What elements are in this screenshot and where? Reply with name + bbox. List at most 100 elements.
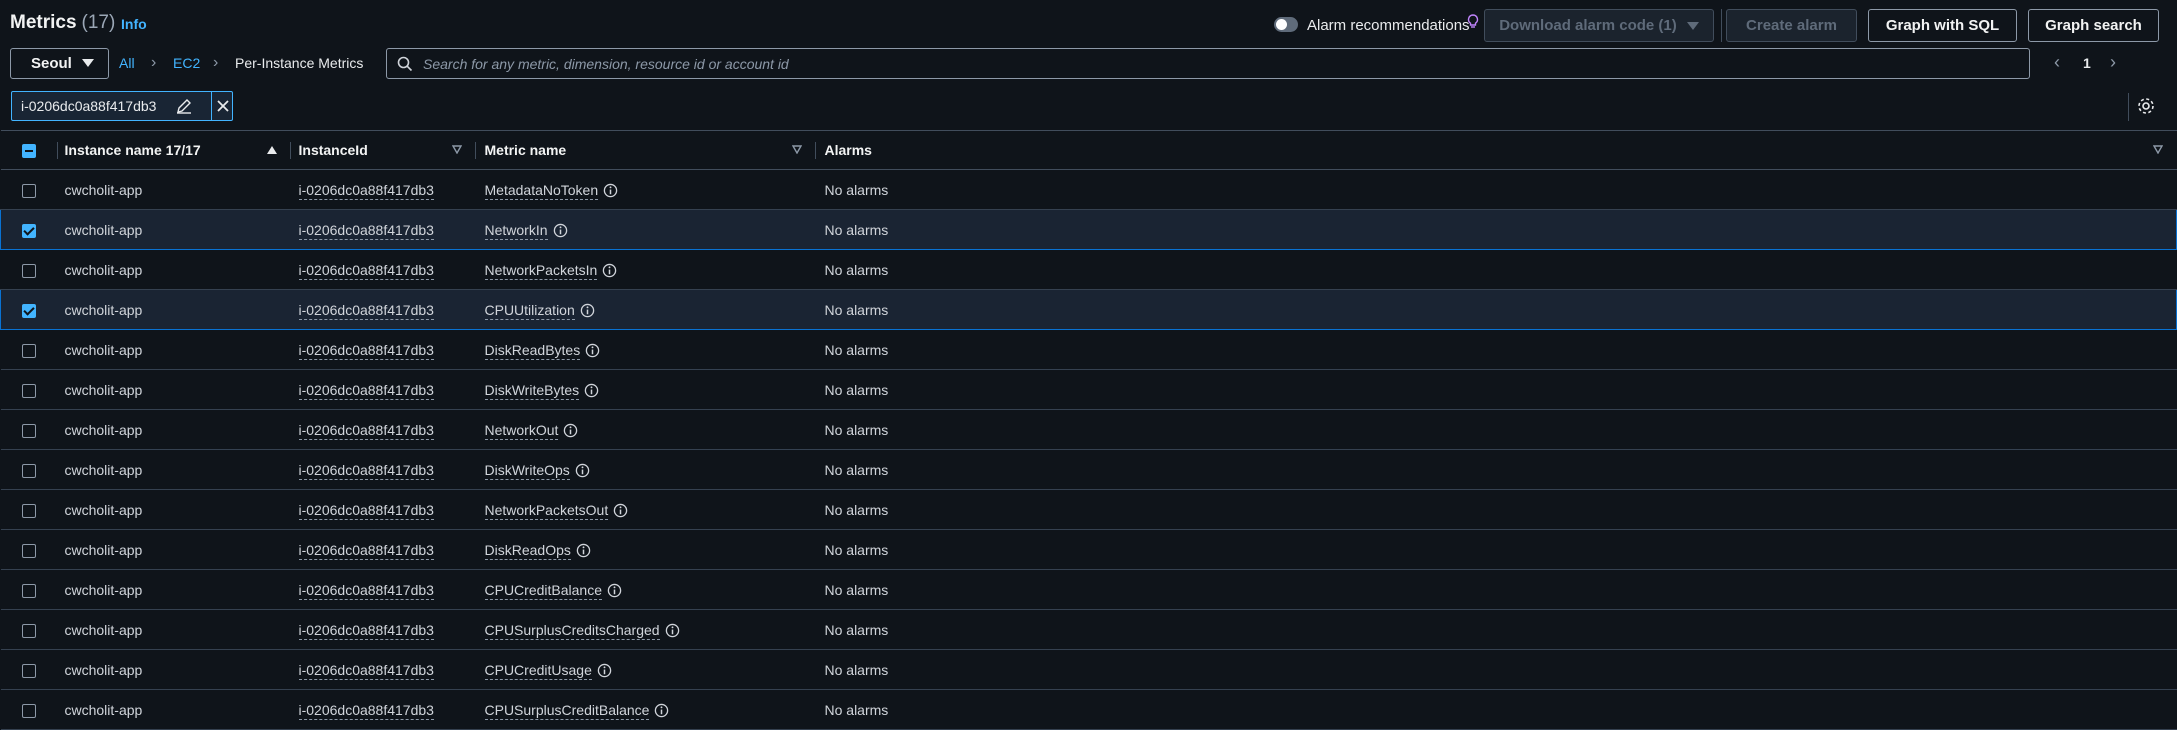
select-all-checkbox[interactable]	[21, 144, 36, 159]
row-checkbox[interactable]	[21, 263, 36, 278]
column-header-metric-name[interactable]: Metric name	[475, 130, 816, 170]
breadcrumb-ec2[interactable]: EC2	[173, 55, 200, 71]
table-row[interactable]: cwcholit-app i-0206dc0a88f417db3 DiskWrite…	[0, 369, 2177, 410]
metric-name[interactable]: CPUUtilization	[484, 301, 575, 320]
column-header-alarms[interactable]: Alarms	[815, 130, 2177, 170]
previous-page-icon[interactable]: ‹	[2054, 52, 2060, 73]
info-icon[interactable]	[576, 543, 591, 558]
create-alarm-button[interactable]: Create alarm	[1726, 9, 1857, 42]
table-row[interactable]: cwcholit-app i-0206dc0a88f417db3 DiskReadB…	[0, 329, 2177, 370]
instance-name: cwcholit-app	[64, 421, 143, 438]
edit-icon[interactable]	[176, 98, 192, 114]
instance-id-link[interactable]: i-0206dc0a88f417db3	[298, 581, 434, 600]
row-checkbox[interactable]	[22, 303, 36, 318]
info-icon[interactable]	[603, 183, 618, 198]
metric-name[interactable]: NetworkPacketsIn	[484, 261, 598, 280]
info-icon[interactable]	[654, 703, 669, 718]
graph-with-sql-button[interactable]: Graph with SQL	[1868, 9, 2017, 42]
next-page-icon[interactable]: ›	[2110, 52, 2116, 73]
row-checkbox[interactable]	[21, 383, 36, 398]
table-row[interactable]: cwcholit-app i-0206dc0a88f417db3 CPUSurplu…	[0, 609, 2177, 650]
graph-search-button[interactable]: Graph search	[2028, 9, 2159, 42]
column-header-instance-name[interactable]: Instance name 17/17	[57, 130, 291, 170]
row-select-cell	[0, 649, 58, 690]
metric-name-cell: MetadataNoToken	[475, 169, 816, 210]
info-icon[interactable]	[597, 663, 612, 678]
table-row[interactable]: cwcholit-app i-0206dc0a88f417db3 NetworkIn…	[0, 209, 2177, 250]
instance-name: cwcholit-app	[64, 461, 143, 478]
download-alarm-code-button[interactable]: Download alarm code (1)	[1484, 9, 1714, 42]
instance-id-link[interactable]: i-0206dc0a88f417db3	[298, 701, 434, 720]
table-row[interactable]: cwcholit-app i-0206dc0a88f417db3 CPUCredit…	[0, 649, 2177, 690]
instance-id-link[interactable]: i-0206dc0a88f417db3	[298, 621, 434, 640]
instance-id-link[interactable]: i-0206dc0a88f417db3	[298, 341, 434, 360]
instance-id-cell: i-0206dc0a88f417db3	[290, 289, 476, 330]
info-icon[interactable]	[580, 303, 595, 318]
metric-name[interactable]: CPUSurplusCreditsCharged	[484, 621, 660, 640]
instance-id-link[interactable]: i-0206dc0a88f417db3	[298, 421, 434, 440]
info-icon[interactable]	[585, 343, 600, 358]
metric-name[interactable]: DiskReadOps	[484, 541, 571, 560]
table-row[interactable]: cwcholit-app i-0206dc0a88f417db3 NetworkPa…	[0, 249, 2177, 290]
breadcrumb-all[interactable]: All	[119, 55, 135, 71]
alarms-cell: No alarms	[815, 449, 2177, 490]
region-selector[interactable]: Seoul	[10, 48, 109, 79]
metric-name[interactable]: DiskWriteOps	[484, 461, 570, 480]
table-row[interactable]: cwcholit-app i-0206dc0a88f417db3 CPUCredit…	[0, 569, 2177, 610]
alarm-recommendations-toggle[interactable]	[1274, 17, 1298, 32]
row-checkbox[interactable]	[21, 703, 36, 718]
row-checkbox[interactable]	[21, 183, 36, 198]
instance-id-link[interactable]: i-0206dc0a88f417db3	[298, 661, 434, 680]
instance-id-link[interactable]: i-0206dc0a88f417db3	[298, 181, 434, 200]
instance-id-link[interactable]: i-0206dc0a88f417db3	[298, 501, 434, 520]
table-row[interactable]: cwcholit-app i-0206dc0a88f417db3 CPUUtiliz…	[0, 289, 2177, 330]
table-row[interactable]: cwcholit-app i-0206dc0a88f417db3 MetadataN…	[0, 169, 2177, 210]
column-header-instance-id[interactable]: InstanceId	[290, 130, 476, 170]
row-checkbox[interactable]	[21, 463, 36, 478]
row-checkbox[interactable]	[21, 543, 36, 558]
metric-name[interactable]: CPUSurplusCreditBalance	[484, 701, 650, 720]
row-checkbox[interactable]	[22, 223, 36, 238]
instance-id-link[interactable]: i-0206dc0a88f417db3	[298, 221, 434, 240]
row-checkbox[interactable]	[21, 343, 36, 358]
info-icon[interactable]	[575, 463, 590, 478]
instance-id-link[interactable]: i-0206dc0a88f417db3	[298, 541, 434, 560]
info-icon[interactable]	[553, 223, 568, 238]
metric-name[interactable]: NetworkOut	[484, 421, 559, 440]
metric-name[interactable]: NetworkPacketsOut	[484, 501, 609, 520]
row-checkbox[interactable]	[21, 663, 36, 678]
alarms-status: No alarms	[824, 381, 889, 398]
row-checkbox[interactable]	[21, 623, 36, 638]
instance-id-link[interactable]: i-0206dc0a88f417db3	[298, 461, 434, 480]
info-link[interactable]: Info	[121, 16, 147, 32]
table-row[interactable]: cwcholit-app i-0206dc0a88f417db3 DiskReadO…	[0, 529, 2177, 570]
info-icon[interactable]	[665, 623, 680, 638]
row-checkbox[interactable]	[21, 503, 36, 518]
metric-name[interactable]: CPUCreditBalance	[484, 581, 602, 600]
table-row[interactable]: cwcholit-app i-0206dc0a88f417db3 NetworkOu…	[0, 409, 2177, 450]
remove-filter-button[interactable]	[211, 92, 233, 120]
info-icon[interactable]	[602, 263, 617, 278]
metric-name[interactable]: MetadataNoToken	[484, 181, 599, 200]
info-icon[interactable]	[613, 503, 628, 518]
metric-name[interactable]: DiskReadBytes	[484, 341, 581, 360]
instance-id-link[interactable]: i-0206dc0a88f417db3	[298, 261, 434, 280]
instance-id-link[interactable]: i-0206dc0a88f417db3	[298, 301, 434, 320]
instance-id-link[interactable]: i-0206dc0a88f417db3	[298, 381, 434, 400]
metric-name-cell: DiskReadBytes	[475, 329, 816, 370]
table-row[interactable]: cwcholit-app i-0206dc0a88f417db3 DiskWrite…	[0, 449, 2177, 490]
table-row[interactable]: cwcholit-app i-0206dc0a88f417db3 NetworkPa…	[0, 489, 2177, 530]
row-checkbox[interactable]	[21, 583, 36, 598]
search-input[interactable]	[421, 52, 2001, 75]
metric-name[interactable]: CPUCreditUsage	[484, 661, 592, 680]
info-icon[interactable]	[584, 383, 599, 398]
metric-name[interactable]: NetworkIn	[484, 221, 548, 240]
gear-icon[interactable]	[2136, 96, 2156, 116]
row-checkbox[interactable]	[21, 423, 36, 438]
info-icon[interactable]	[563, 423, 578, 438]
table-row[interactable]: cwcholit-app i-0206dc0a88f417db3 CPUSurplu…	[0, 689, 2177, 730]
alarms-cell: No alarms	[815, 609, 2177, 650]
metric-name[interactable]: DiskWriteBytes	[484, 381, 580, 400]
info-icon[interactable]	[607, 583, 622, 598]
page-number[interactable]: 1	[2083, 55, 2091, 71]
